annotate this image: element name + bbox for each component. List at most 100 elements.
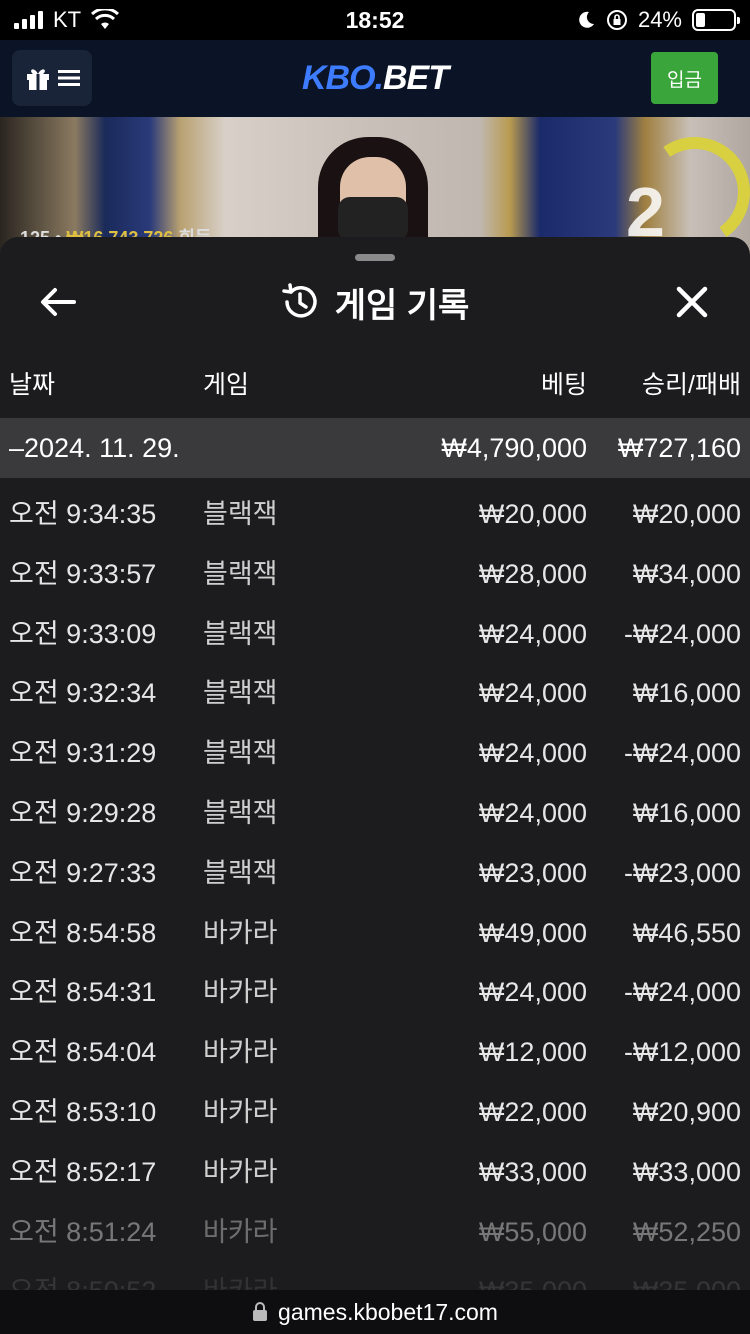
column-bet: 베팅 xyxy=(540,371,587,399)
table-row[interactable]: 오전 9:33:57 블랙잭 ₩28,000 ₩34,000 xyxy=(0,544,750,604)
row-time: 오전 9:32:34 xyxy=(9,678,157,709)
row-result: ₩34,000 xyxy=(632,558,741,589)
url-bar[interactable]: games.kbobet17.com xyxy=(0,1290,750,1334)
row-game: 블랙잭 xyxy=(203,618,278,649)
row-time: 오전 8:52:17 xyxy=(9,1156,157,1187)
url-text: games.kbobet17.com xyxy=(278,1298,498,1325)
row-game: 바카라 xyxy=(203,1037,278,1068)
row-time: 오전 9:27:33 xyxy=(9,857,157,888)
table-row[interactable]: 오전 9:29:28 블랙잭 ₩24,000 ₩16,000 xyxy=(0,783,750,843)
signal-icon xyxy=(14,11,43,29)
column-date: 날짜 xyxy=(9,371,56,399)
row-bet: ₩55,000 xyxy=(478,1216,587,1247)
row-time: 오전 9:34:35 xyxy=(9,499,157,529)
app-header: KBO.BET 입금 xyxy=(0,40,750,117)
row-game: 바카라 xyxy=(203,1156,278,1187)
row-time: 오전 8:54:04 xyxy=(9,1037,157,1068)
moon-icon xyxy=(579,11,594,28)
row-bet: ₩49,000 xyxy=(478,917,587,948)
row-game: 블랙잭 xyxy=(203,857,278,888)
column-result: 승리/패배 xyxy=(642,371,741,399)
sheet-header: 게임 기록 xyxy=(0,269,750,335)
table-row[interactable]: 오전 8:54:58 바카라 ₩49,000 ₩46,550 xyxy=(0,903,750,963)
row-game: 바카라 xyxy=(203,1261,278,1290)
row-bet: ₩24,000 xyxy=(478,797,587,828)
kbobet-logo[interactable]: KBO.BET xyxy=(302,59,449,98)
row-game: 블랙잭 xyxy=(203,738,278,769)
row-result: ₩20,900 xyxy=(632,1096,741,1127)
table-row[interactable]: 오전 9:33:09 블랙잭 ₩24,000 -₩24,000 xyxy=(0,604,750,664)
close-button[interactable] xyxy=(672,282,712,322)
row-bet: ₩24,000 xyxy=(478,618,587,649)
row-bet: ₩33,000 xyxy=(478,1156,587,1187)
table-row[interactable]: 오전 9:32:34 블랙잭 ₩24,000 ₩16,000 xyxy=(0,663,750,723)
row-bet: ₩24,000 xyxy=(478,678,587,709)
live-video: 2 125 • ₩16,743,726 회득 xyxy=(0,117,750,257)
row-result: -₩24,000 xyxy=(623,738,741,769)
row-time: 오전 8:50:52 xyxy=(9,1261,156,1290)
sheet-drag-handle[interactable] xyxy=(355,254,395,261)
row-result: ₩46,550 xyxy=(632,917,741,948)
row-game: 블랙잭 xyxy=(203,797,278,828)
row-bet: ₩23,000 xyxy=(478,857,587,888)
game-history-sheet: 게임 기록 날짜 게임 베팅 승리/패배 –2024. 11. 29. ₩4,7… xyxy=(0,237,750,1290)
row-time: 오전 9:31:29 xyxy=(9,738,157,769)
row-time: 오전 8:53:10 xyxy=(9,1096,157,1127)
row-time: 오전 9:33:09 xyxy=(9,618,157,649)
battery-icon xyxy=(692,9,740,31)
row-game: 블랙잭 xyxy=(203,678,278,709)
row-time: 오전 8:54:31 xyxy=(9,977,157,1008)
status-bar: KT 18:52 24% xyxy=(0,0,750,40)
row-result: ₩16,000 xyxy=(632,678,741,709)
row-bet: ₩24,000 xyxy=(478,738,587,769)
row-result: ₩20,000 xyxy=(632,499,741,529)
battery-percent: 24% xyxy=(637,7,682,32)
table-row[interactable]: 오전 9:34:35 블랙잭 ₩20,000 ₩20,000 xyxy=(0,484,750,544)
history-icon xyxy=(281,283,317,318)
table-row[interactable]: 오전 8:52:17 바카라 ₩33,000 ₩33,000 xyxy=(0,1142,750,1202)
row-game: 바카라 xyxy=(203,1216,278,1247)
row-time: 오전 8:54:58 xyxy=(9,917,157,948)
table-header: 날짜 게임 베팅 승리/패배 xyxy=(0,355,750,421)
row-bet: ₩12,000 xyxy=(478,1037,587,1068)
arrow-left-icon xyxy=(41,288,76,316)
table-row[interactable]: 오전 8:54:31 바카라 ₩24,000 -₩24,000 xyxy=(0,962,750,1022)
row-time: 오전 9:29:28 xyxy=(9,797,157,828)
table-row[interactable]: 오전 8:50:52 바카라 ₩35,000 ₩35,000 xyxy=(0,1261,750,1290)
row-game: 바카라 xyxy=(203,917,278,948)
table-row[interactable]: 오전 9:31:29 블랙잭 ₩24,000 -₩24,000 xyxy=(0,723,750,783)
row-result: ₩16,000 xyxy=(632,797,741,828)
row-result: -₩23,000 xyxy=(623,857,741,888)
menu-button[interactable] xyxy=(12,50,92,106)
row-bet: ₩24,000 xyxy=(478,977,587,1008)
history-list: 오전 9:34:35 블랙잭 ₩20,000 ₩20,000 오전 9:33:57 블랙잭… xyxy=(0,484,750,1290)
row-time: 오전 9:33:57 xyxy=(9,558,157,589)
deposit-button[interactable]: 입금 xyxy=(651,52,718,104)
table-row[interactable]: 오전 8:51:24 바카라 ₩55,000 ₩52,250 xyxy=(0,1202,750,1262)
row-game: 블랙잭 xyxy=(203,558,278,589)
row-result: ₩35,000 xyxy=(633,1261,741,1290)
row-game: 바카라 xyxy=(203,1096,278,1127)
back-button[interactable] xyxy=(38,282,78,322)
row-result: ₩33,000 xyxy=(632,1156,741,1187)
row-time: 오전 8:51:24 xyxy=(9,1216,157,1247)
date-group-bet-total: ₩4,790,000 xyxy=(441,433,587,463)
date-group-row[interactable]: –2024. 11. 29. ₩4,790,000 ₩727,160 xyxy=(0,418,750,478)
table-row[interactable]: 오전 8:53:10 바카라 ₩22,000 ₩20,900 xyxy=(0,1082,750,1142)
sheet-title-text: 게임 기록 xyxy=(334,286,470,325)
lock-icon xyxy=(253,1302,268,1321)
row-bet: ₩20,000 xyxy=(478,499,587,529)
row-result: -₩24,000 xyxy=(623,618,741,649)
row-result: ₩52,250 xyxy=(632,1216,741,1247)
gift-icon xyxy=(27,69,49,90)
status-right: 24% xyxy=(576,7,740,33)
row-game: 바카라 xyxy=(203,977,278,1008)
table-row[interactable]: 오전 8:54:04 바카라 ₩12,000 -₩12,000 xyxy=(0,1022,750,1082)
table-row[interactable]: 오전 9:27:33 블랙잭 ₩23,000 -₩23,000 xyxy=(0,843,750,903)
row-game: 블랙잭 xyxy=(203,499,278,529)
column-game: 게임 xyxy=(203,371,250,399)
rotation-lock-icon xyxy=(606,10,627,30)
row-bet: ₩35,000 xyxy=(479,1261,587,1290)
date-group-result-total: ₩727,160 xyxy=(617,433,741,463)
hamburger-icon xyxy=(58,70,80,86)
